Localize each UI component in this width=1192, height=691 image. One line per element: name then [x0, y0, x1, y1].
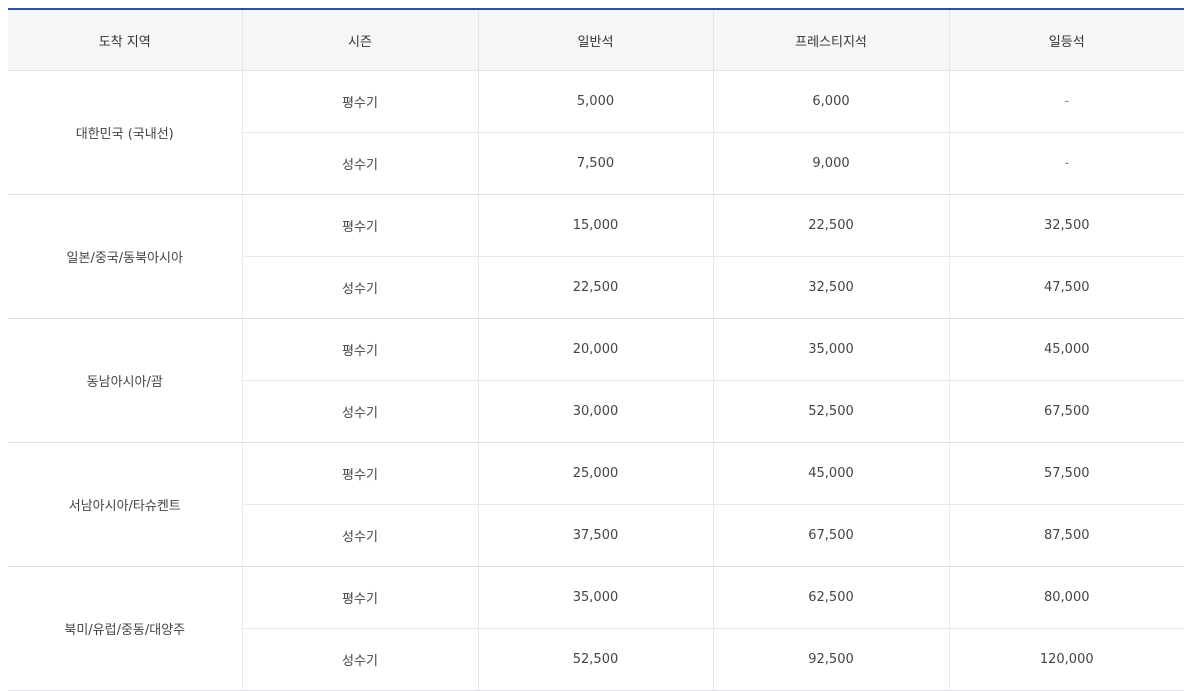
first-cell: 120,000	[948, 628, 1184, 691]
first-cell: 87,500	[948, 504, 1184, 567]
first-cell: 45,000	[948, 318, 1184, 381]
table-row: 동남아시아/괌 평수기 20,000 35,000 45,000	[8, 318, 1184, 443]
economy-cell: 37,500	[477, 504, 713, 567]
region-cell: 일본/중국/동북아시아	[8, 194, 242, 319]
region-cell: 대한민국 (국내선)	[8, 70, 242, 195]
economy-cell: 30,000	[477, 380, 713, 443]
header-region: 도착 지역	[8, 9, 242, 71]
region-cell: 북미/유럽/중동/대양주	[8, 566, 242, 691]
prestige-cell: 52,500	[712, 380, 949, 443]
season-cell: 성수기	[241, 132, 478, 195]
table-body: 대한민국 (국내선) 평수기 5,000 6,000 - 성수기 7,500 9…	[8, 70, 1184, 691]
region-cell: 동남아시아/괌	[8, 318, 242, 443]
economy-cell: 25,000	[477, 442, 713, 505]
economy-cell: 20,000	[477, 318, 713, 381]
season-cell: 평수기	[241, 318, 478, 381]
first-cell: 67,500	[948, 380, 1184, 443]
prestige-cell: 22,500	[712, 194, 949, 257]
header-season: 시즌	[241, 9, 478, 71]
season-cell: 성수기	[241, 504, 478, 567]
economy-cell: 35,000	[477, 566, 713, 629]
season-cell: 성수기	[241, 380, 478, 443]
season-cell: 평수기	[241, 566, 478, 629]
region-cell: 서남아시아/타슈켄트	[8, 442, 242, 567]
table-row: 서남아시아/타슈켄트 평수기 25,000 45,000 57,500	[8, 442, 1184, 567]
economy-cell: 52,500	[477, 628, 713, 691]
first-cell: -	[948, 132, 1184, 195]
prestige-cell: 67,500	[712, 504, 949, 567]
season-cell: 평수기	[241, 194, 478, 257]
prestige-cell: 35,000	[712, 318, 949, 381]
prestige-cell: 45,000	[712, 442, 949, 505]
season-cell: 평수기	[241, 70, 478, 133]
economy-cell: 5,000	[477, 70, 713, 133]
season-cell: 평수기	[241, 442, 478, 505]
table-row: 일본/중국/동북아시아 평수기 15,000 22,500 32,500	[8, 194, 1184, 319]
first-cell: -	[948, 70, 1184, 133]
first-cell: 47,500	[948, 256, 1184, 319]
table-header: 도착 지역 시즌 일반석 프레스티지석 일등석	[8, 9, 1184, 71]
header-first: 일등석	[948, 9, 1184, 71]
table-row: 북미/유럽/중동/대양주 평수기 35,000 62,500 80,000	[8, 566, 1184, 691]
economy-cell: 7,500	[477, 132, 713, 195]
first-cell: 32,500	[948, 194, 1184, 257]
season-cell: 성수기	[241, 628, 478, 691]
header-row: 도착 지역 시즌 일반석 프레스티지석 일등석	[8, 9, 1184, 71]
mileage-award-table: 도착 지역 시즌 일반석 프레스티지석 일등석 대한민국 (국내선) 평수기 5…	[8, 8, 1184, 691]
prestige-cell: 6,000	[712, 70, 949, 133]
header-prestige: 프레스티지석	[712, 9, 949, 71]
prestige-cell: 62,500	[712, 566, 949, 629]
prestige-cell: 32,500	[712, 256, 949, 319]
mileage-table-container: 도착 지역 시즌 일반석 프레스티지석 일등석 대한민국 (국내선) 평수기 5…	[8, 0, 1184, 691]
economy-cell: 15,000	[477, 194, 713, 257]
first-cell: 57,500	[948, 442, 1184, 505]
season-cell: 성수기	[241, 256, 478, 319]
first-cell: 80,000	[948, 566, 1184, 629]
header-economy: 일반석	[477, 9, 713, 71]
economy-cell: 22,500	[477, 256, 713, 319]
prestige-cell: 9,000	[712, 132, 949, 195]
table-row: 대한민국 (국내선) 평수기 5,000 6,000 -	[8, 70, 1184, 195]
prestige-cell: 92,500	[712, 628, 949, 691]
